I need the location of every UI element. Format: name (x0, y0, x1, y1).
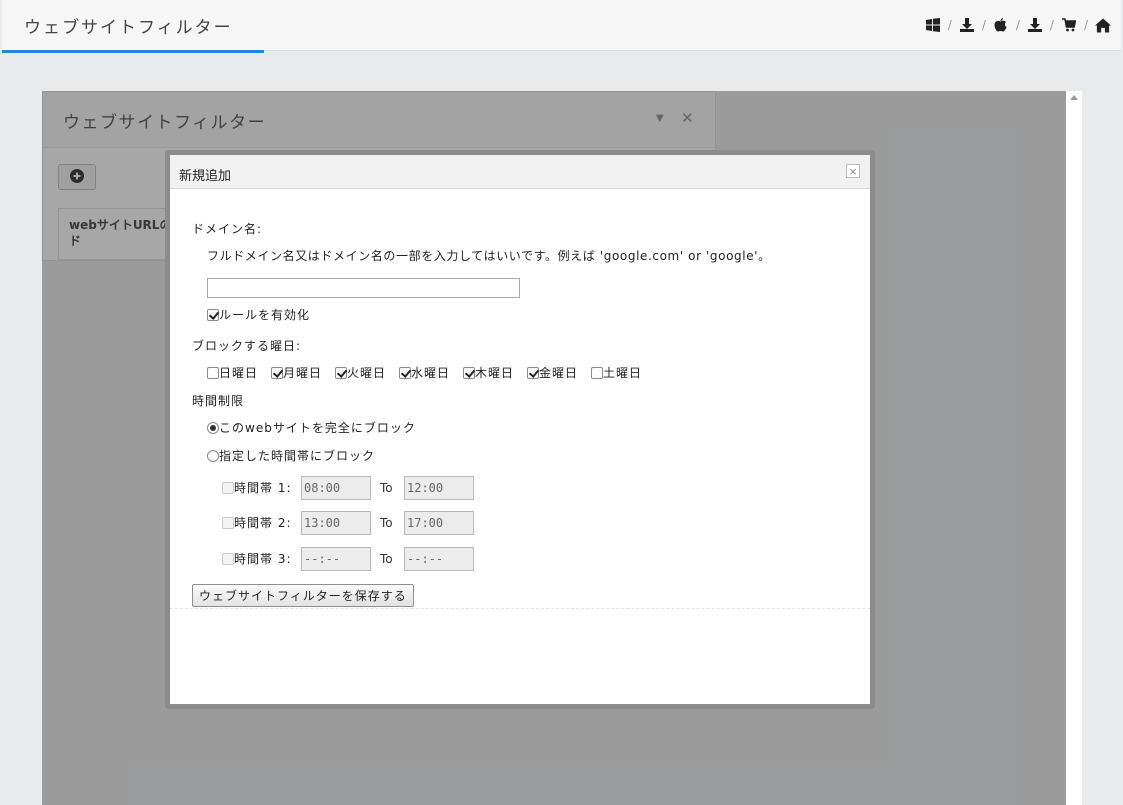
scrollbar[interactable] (1066, 91, 1082, 805)
time-block-label: 指定した時間帯にブロック (219, 449, 376, 463)
nav-separator: / (1049, 18, 1054, 32)
timeslot-1-from-input[interactable] (301, 476, 371, 500)
day-label: 木曜日 (475, 366, 515, 380)
timeslot-row: 時間帯 1: (222, 479, 292, 496)
full-block-option: このwebサイトを完全にブロック (207, 419, 416, 436)
timeslot-row: 時間帯 3: (222, 550, 292, 567)
save-filter-button[interactable]: ウェブサイトフィルターを保存する (192, 584, 414, 607)
enable-rule-checkbox[interactable] (207, 309, 219, 321)
dialog-header: 新規追加 × (170, 155, 870, 189)
day-label: 金曜日 (539, 366, 579, 380)
home-icon[interactable] (1095, 17, 1111, 33)
scroll-up-arrow-icon[interactable] (1070, 95, 1078, 100)
day-option: 日曜日 (207, 364, 258, 381)
time-limit-label: 時間制限 (192, 394, 245, 408)
day-label: 水曜日 (411, 366, 451, 380)
active-tab-indicator (2, 50, 264, 53)
day-option: 木曜日 (463, 364, 514, 381)
top-nav: / / / / / (925, 17, 1111, 33)
timeslot-3-to-input[interactable] (404, 547, 474, 571)
timeslot-2-to-input[interactable] (404, 511, 474, 535)
day-checkbox-friday[interactable] (527, 367, 539, 379)
day-checkbox-saturday[interactable] (591, 367, 603, 379)
enable-rule-label: ルールを有効化 (219, 308, 311, 322)
download-icon[interactable] (1027, 17, 1043, 33)
timeslot-2-checkbox[interactable] (222, 517, 234, 529)
enable-rule-row: ルールを有効化 (207, 306, 310, 323)
dialog-title: 新規追加 (179, 169, 232, 184)
timeslot-1-to-input[interactable] (404, 476, 474, 500)
add-filter-dialog: 新規追加 × ドメイン名: フルドメイン名又はドメイン名の一部を入力してはいいで… (165, 150, 875, 709)
domain-help-text: フルドメイン名又はドメイン名の一部を入力してはいいです。例えば 'google.… (207, 249, 771, 263)
day-label: 日曜日 (219, 366, 259, 380)
windows-icon[interactable] (925, 17, 941, 33)
domain-input[interactable] (207, 278, 520, 298)
day-checkbox-wednesday[interactable] (399, 367, 411, 379)
nav-separator: / (947, 18, 952, 32)
day-option: 金曜日 (527, 364, 578, 381)
domain-label: ドメイン名: (192, 222, 263, 236)
day-option: 火曜日 (335, 364, 386, 381)
to-label: To (380, 516, 393, 530)
timeslot-label: 時間帯 3: (234, 552, 292, 566)
apple-icon[interactable] (993, 17, 1009, 33)
day-checkbox-sunday[interactable] (207, 367, 219, 379)
timeslot-label: 時間帯 1: (234, 481, 292, 495)
time-block-option: 指定した時間帯にブロック (207, 447, 375, 464)
block-days-label: ブロックする曜日: (192, 339, 302, 353)
time-block-radio[interactable] (207, 450, 219, 462)
timeslot-label: 時間帯 2: (234, 516, 292, 530)
divider (170, 608, 870, 609)
nav-separator: / (1015, 18, 1020, 32)
to-label: To (380, 481, 393, 495)
timeslot-3-checkbox[interactable] (222, 553, 234, 565)
day-option: 水曜日 (399, 364, 450, 381)
download-icon[interactable] (959, 17, 975, 33)
timeslot-3-from-input[interactable] (301, 547, 371, 571)
day-checkbox-thursday[interactable] (463, 367, 475, 379)
dialog-close-button[interactable]: × (846, 164, 860, 178)
day-label: 火曜日 (347, 366, 387, 380)
day-checkbox-monday[interactable] (271, 367, 283, 379)
nav-separator: / (1083, 18, 1088, 32)
cart-icon[interactable] (1061, 17, 1077, 33)
timeslot-1-checkbox[interactable] (222, 482, 234, 494)
day-option: 月曜日 (271, 364, 322, 381)
full-block-label: このwebサイトを完全にブロック (219, 421, 416, 435)
top-header: ウェブサイトフィルター / / / / / (2, 0, 1121, 53)
to-label: To (380, 552, 393, 566)
nav-separator: / (981, 18, 986, 32)
timeslot-row: 時間帯 2: (222, 514, 292, 531)
close-icon: × (848, 164, 858, 178)
timeslot-2-from-input[interactable] (301, 511, 371, 535)
full-block-radio[interactable] (207, 422, 219, 434)
day-option: 土曜日 (591, 364, 642, 381)
page-title: ウェブサイトフィルター (24, 18, 233, 38)
day-label: 月曜日 (283, 366, 323, 380)
day-checkbox-tuesday[interactable] (335, 367, 347, 379)
day-label: 土曜日 (603, 366, 643, 380)
